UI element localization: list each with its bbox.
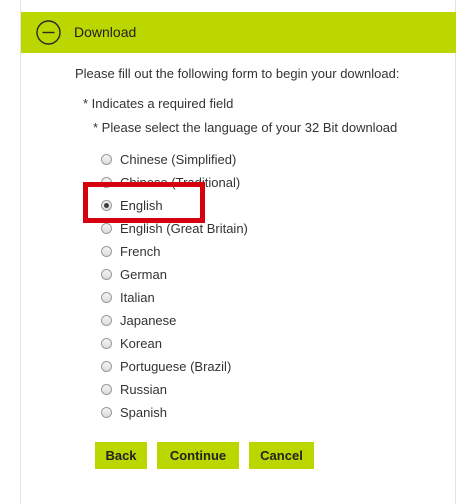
radio-button[interactable]	[101, 269, 112, 280]
download-section-header[interactable]: Download	[21, 12, 456, 53]
section-title: Download	[74, 24, 137, 40]
language-option-english[interactable]: English	[101, 194, 248, 217]
required-field-note: * Indicates a required field	[83, 96, 234, 111]
form-button-row: Back Continue Cancel	[95, 442, 324, 469]
continue-button[interactable]: Continue	[157, 442, 239, 469]
language-option-russian[interactable]: Russian	[101, 378, 248, 401]
language-option-label: Russian	[120, 381, 167, 397]
radio-button[interactable]	[101, 384, 112, 395]
language-option-portuguese-brazil[interactable]: Portuguese (Brazil)	[101, 355, 248, 378]
language-option-label: German	[120, 266, 167, 282]
radio-button[interactable]	[101, 315, 112, 326]
language-option-label: Portuguese (Brazil)	[120, 358, 232, 374]
language-option-french[interactable]: French	[101, 240, 248, 263]
language-option-german[interactable]: German	[101, 263, 248, 286]
language-option-label: Italian	[120, 289, 155, 305]
language-option-label: Japanese	[120, 312, 177, 328]
language-option-label: Chinese (Traditional)	[120, 174, 241, 190]
language-option-spanish[interactable]: Spanish	[101, 401, 248, 424]
back-button[interactable]: Back	[95, 442, 147, 469]
language-radio-group: Chinese (Simplified) Chinese (Traditiona…	[101, 148, 248, 424]
radio-button[interactable]	[101, 177, 112, 188]
download-panel: Download Please fill out the following f…	[20, 0, 456, 504]
language-option-italian[interactable]: Italian	[101, 286, 248, 309]
radio-button[interactable]	[101, 292, 112, 303]
radio-button[interactable]	[101, 338, 112, 349]
language-option-korean[interactable]: Korean	[101, 332, 248, 355]
language-option-label: French	[120, 243, 161, 259]
language-option-chinese-simplified[interactable]: Chinese (Simplified)	[101, 148, 248, 171]
language-option-label: English	[120, 197, 163, 213]
language-option-english-great-britain[interactable]: English (Great Britain)	[101, 217, 248, 240]
radio-button[interactable]	[101, 223, 112, 234]
language-question: * Please select the language of your 32 …	[93, 120, 398, 135]
language-option-label: Spanish	[120, 404, 167, 420]
radio-button[interactable]	[101, 246, 112, 257]
minus-circle-icon[interactable]	[35, 19, 62, 46]
form-intro-text: Please fill out the following form to be…	[75, 66, 400, 81]
language-option-label: Chinese (Simplified)	[120, 151, 237, 167]
language-option-label: English (Great Britain)	[120, 220, 248, 236]
cancel-button[interactable]: Cancel	[249, 442, 314, 469]
radio-button[interactable]	[101, 154, 112, 165]
language-option-japanese[interactable]: Japanese	[101, 309, 248, 332]
language-option-chinese-traditional[interactable]: Chinese (Traditional)	[101, 171, 248, 194]
radio-button[interactable]	[101, 407, 112, 418]
radio-button[interactable]	[101, 361, 112, 372]
language-option-label: Korean	[120, 335, 162, 351]
radio-button-selected[interactable]	[101, 200, 112, 211]
